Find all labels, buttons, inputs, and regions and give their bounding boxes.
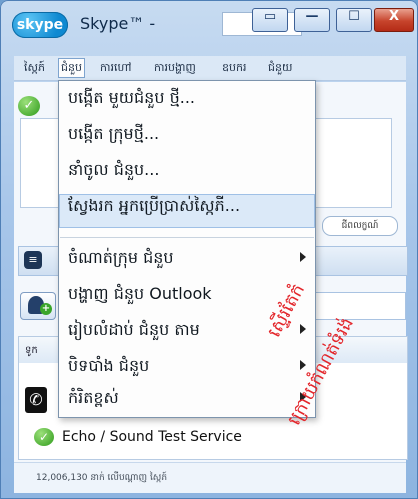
menu-tools[interactable]: ឧបករ (220, 59, 248, 77)
menu-help[interactable]: ជំនួយ (266, 59, 294, 77)
contacts-tab-icon[interactable]: ≡ (24, 251, 42, 269)
menu-item-label: បិទបាំង ជំនួប (68, 356, 150, 375)
menu-contacts[interactable]: ជំនួប (58, 58, 85, 78)
status-footer: 12,006,130 នាក់ លើបណ្ដាញ ស្កៃភ៍ (14, 462, 406, 493)
online-count: 12,006,130 នាក់ លើបណ្ដាញ ស្កៃភ៍ (36, 473, 168, 483)
menu-item-label: បង្កើត មួយជំនួប ថ្មី... (68, 88, 195, 107)
skype-logo: skype (12, 12, 68, 38)
compact-view-button[interactable]: ▭ (252, 8, 288, 32)
menu-item-label: ស្វែងរក អ្នកប្រើប្រាស់ស្កៃភី... (68, 196, 241, 215)
title-bar[interactable]: skype Skype™ - ▭ — ☐ X (0, 0, 418, 46)
submenu-arrow-icon (300, 360, 306, 370)
menu-skype[interactable]: ស្កៃភ៍ (22, 59, 47, 77)
menu-item-advanced[interactable]: កំរិតខ្ពស់ (60, 387, 314, 415)
skype-window: skype Skype™ - ▭ — ☐ X ស្កៃភ៍ ជំនួប ការហ… (0, 0, 418, 499)
menu-separator (60, 237, 314, 238)
online-check-icon: ✓ (34, 428, 54, 446)
menu-item-new-group[interactable]: បង្កើត ក្រុមថ្មី... (60, 123, 314, 153)
menu-item-label: ចំណាត់ក្រុម ជំនួប (68, 248, 174, 267)
submenu-arrow-icon (300, 252, 306, 262)
add-contact-button[interactable]: + (20, 292, 56, 320)
menu-bar: ស្កៃភ៍ ជំនួប ការហៅ ការបង្ហាញ ឧបករ ជំនួយ (14, 56, 406, 81)
contacts-dropdown-menu: បង្កើត មួយជំនួប ថ្មី... បង្កើត ក្រុមថ្មី… (58, 80, 316, 418)
submenu-arrow-icon (300, 324, 306, 334)
menu-item-label: បង្កើត ក្រុមថ្មី... (68, 124, 160, 143)
menu-item-label: នាំចូល ជំនួប... (68, 160, 160, 179)
menu-item-new-contact[interactable]: បង្កើត មួយជំនួប ថ្មី... (60, 87, 314, 117)
plus-icon: + (40, 303, 52, 315)
minimize-button[interactable]: — (294, 8, 330, 32)
contacts-header-label: ទូក (25, 345, 38, 356)
menu-item-import-contacts[interactable]: នាំចូល ជំនួប... (60, 159, 314, 189)
phone-icon[interactable]: ✆ (25, 387, 47, 413)
close-button[interactable]: X (374, 8, 414, 32)
window-title: Skype™ - (80, 14, 156, 33)
menu-item-search-users[interactable]: ស្វែងរក អ្នកប្រើប្រាស់ស្កៃភី... (59, 194, 315, 228)
online-status-icon[interactable]: ✓ (18, 96, 40, 116)
menu-call[interactable]: ការហៅ (98, 59, 133, 77)
maximize-button[interactable]: ☐ (336, 8, 372, 32)
contact-name: Echo / Sound Test Service (62, 429, 242, 445)
menu-item-categorize-contacts[interactable]: ចំណាត់ក្រុម ជំនួប (60, 247, 314, 275)
menu-item-hide-contacts[interactable]: បិទបាំង ជំនួប (60, 355, 314, 383)
status-dropdown[interactable]: ជីពលក្ខណ៍ (322, 216, 398, 236)
menu-item-label: បង្ហាញ ជំនួប Outlook (68, 284, 212, 303)
menu-view[interactable]: ការបង្ហាញ (152, 59, 198, 77)
menu-item-label: រៀបលំដាប់ ជំនួប តាម (68, 320, 200, 339)
menu-item-label: កំរិតខ្ពស់ (68, 388, 119, 407)
